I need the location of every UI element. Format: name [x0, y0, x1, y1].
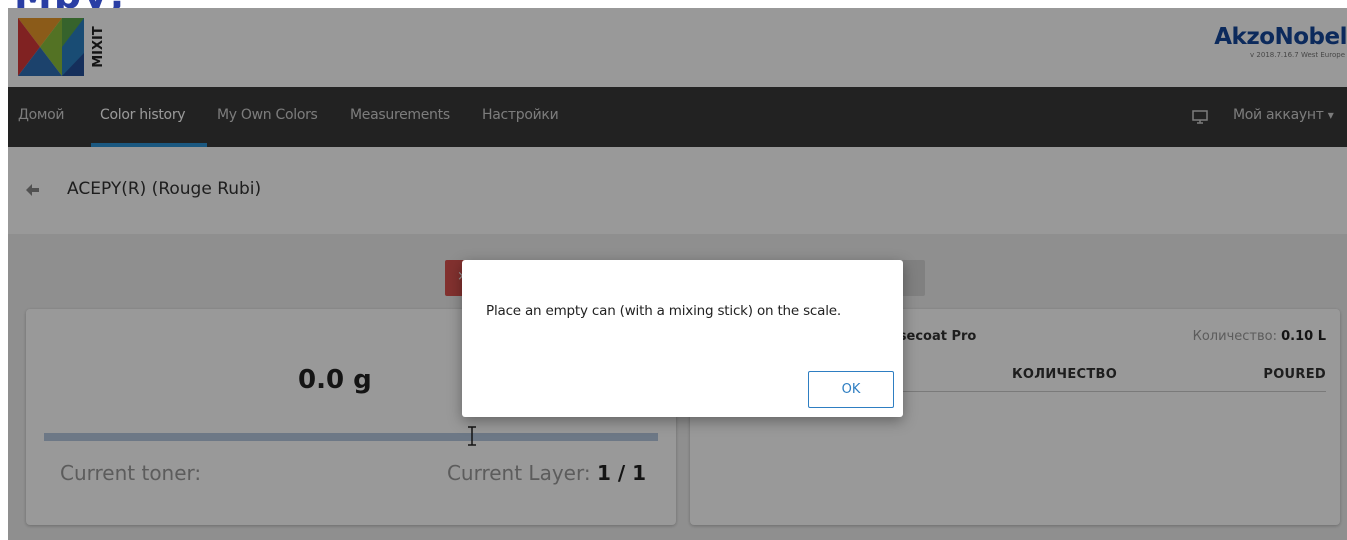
top-strip-text: Мру, — [14, 0, 126, 8]
ok-button[interactable]: OK — [808, 371, 894, 408]
scale-prompt-dialog: Place an empty can (with a mixing stick)… — [462, 260, 903, 417]
dialog-message: Place an empty can (with a mixing stick)… — [486, 303, 841, 319]
top-strip: Мру, — [0, 0, 1347, 8]
